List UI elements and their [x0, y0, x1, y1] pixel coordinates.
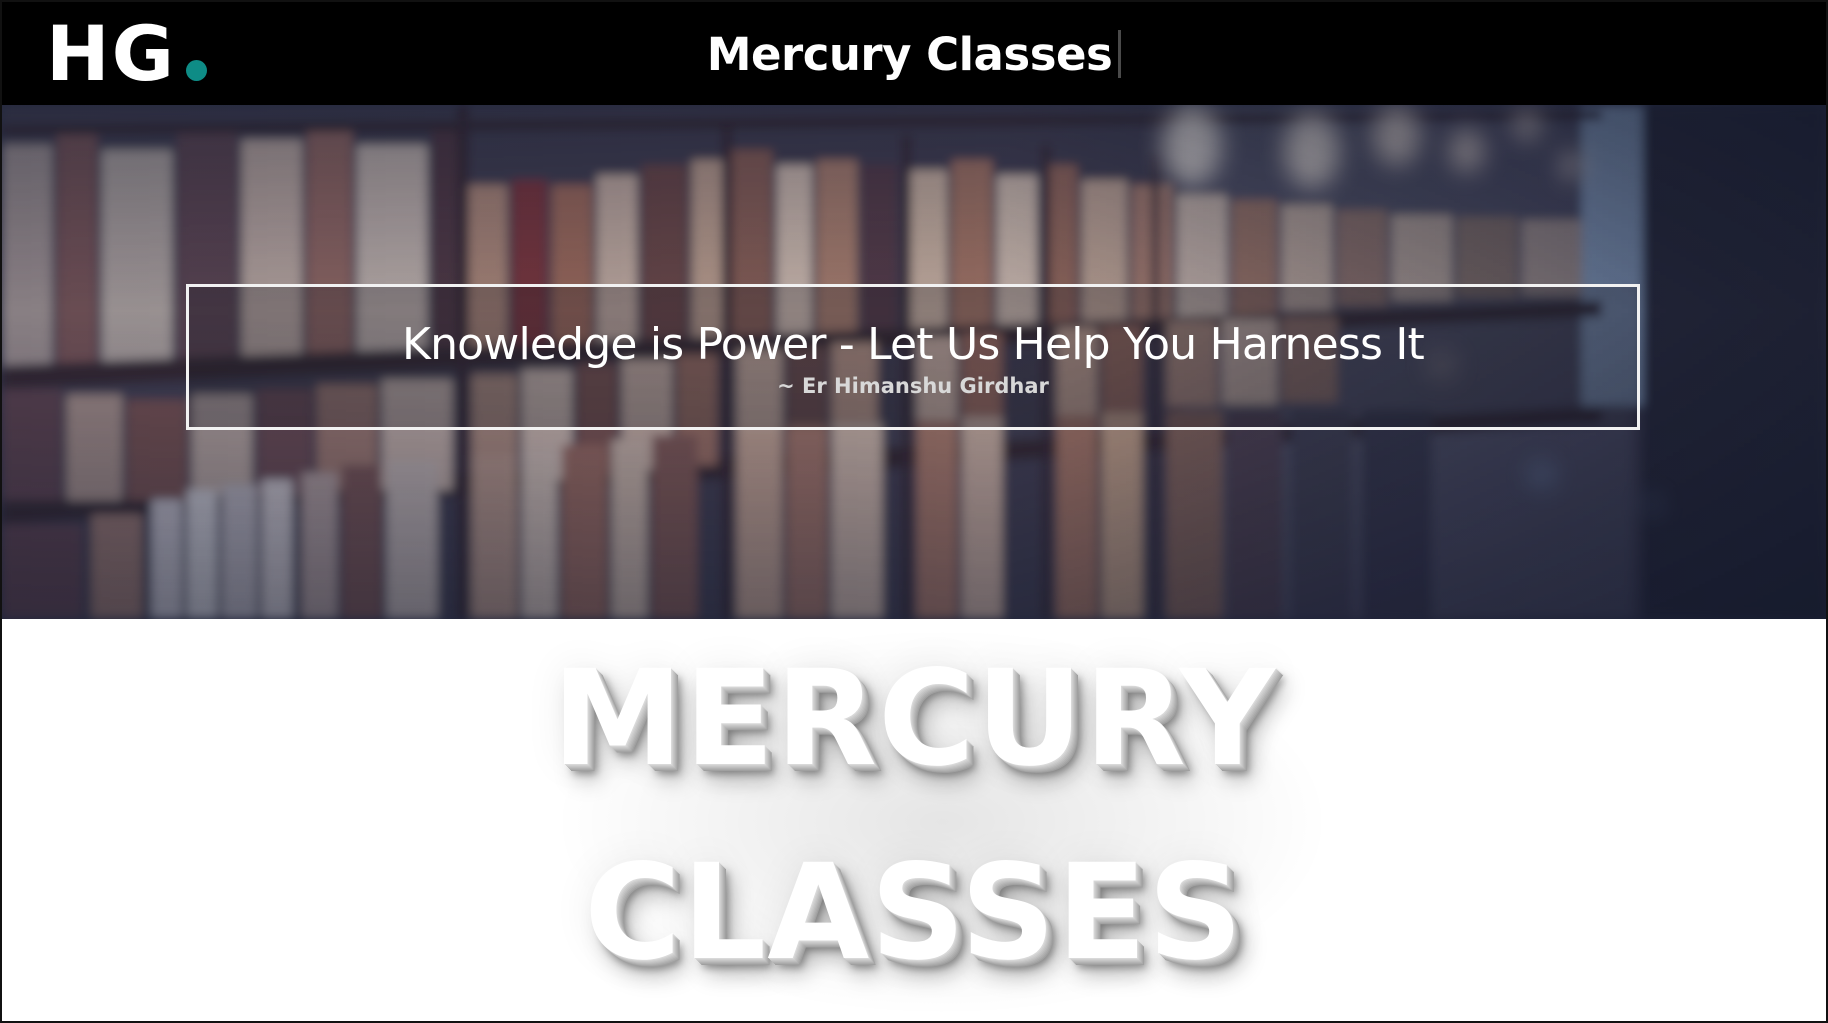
page: HG Mercury Classes Knowledge is Power - …	[0, 0, 1828, 1023]
quote-box: Knowledge is Power - Let Us Help You Har…	[186, 284, 1640, 430]
brand-heading-section: MERCURY CLASSES	[2, 622, 1826, 1021]
quote-author: ~ Er Himanshu Girdhar	[777, 374, 1049, 398]
title-text: Mercury Classes	[706, 28, 1113, 81]
page-title: Mercury Classes	[2, 28, 1826, 81]
hero-quote: Knowledge is Power - Let Us Help You Har…	[402, 319, 1425, 370]
hero-banner: Knowledge is Power - Let Us Help You Har…	[2, 105, 1826, 619]
typing-cursor	[1118, 30, 1122, 78]
brand-heading-line-1: MERCURY	[551, 642, 1277, 796]
brand-heading-line-2: CLASSES	[584, 836, 1244, 990]
top-navbar: HG Mercury Classes	[2, 2, 1826, 105]
